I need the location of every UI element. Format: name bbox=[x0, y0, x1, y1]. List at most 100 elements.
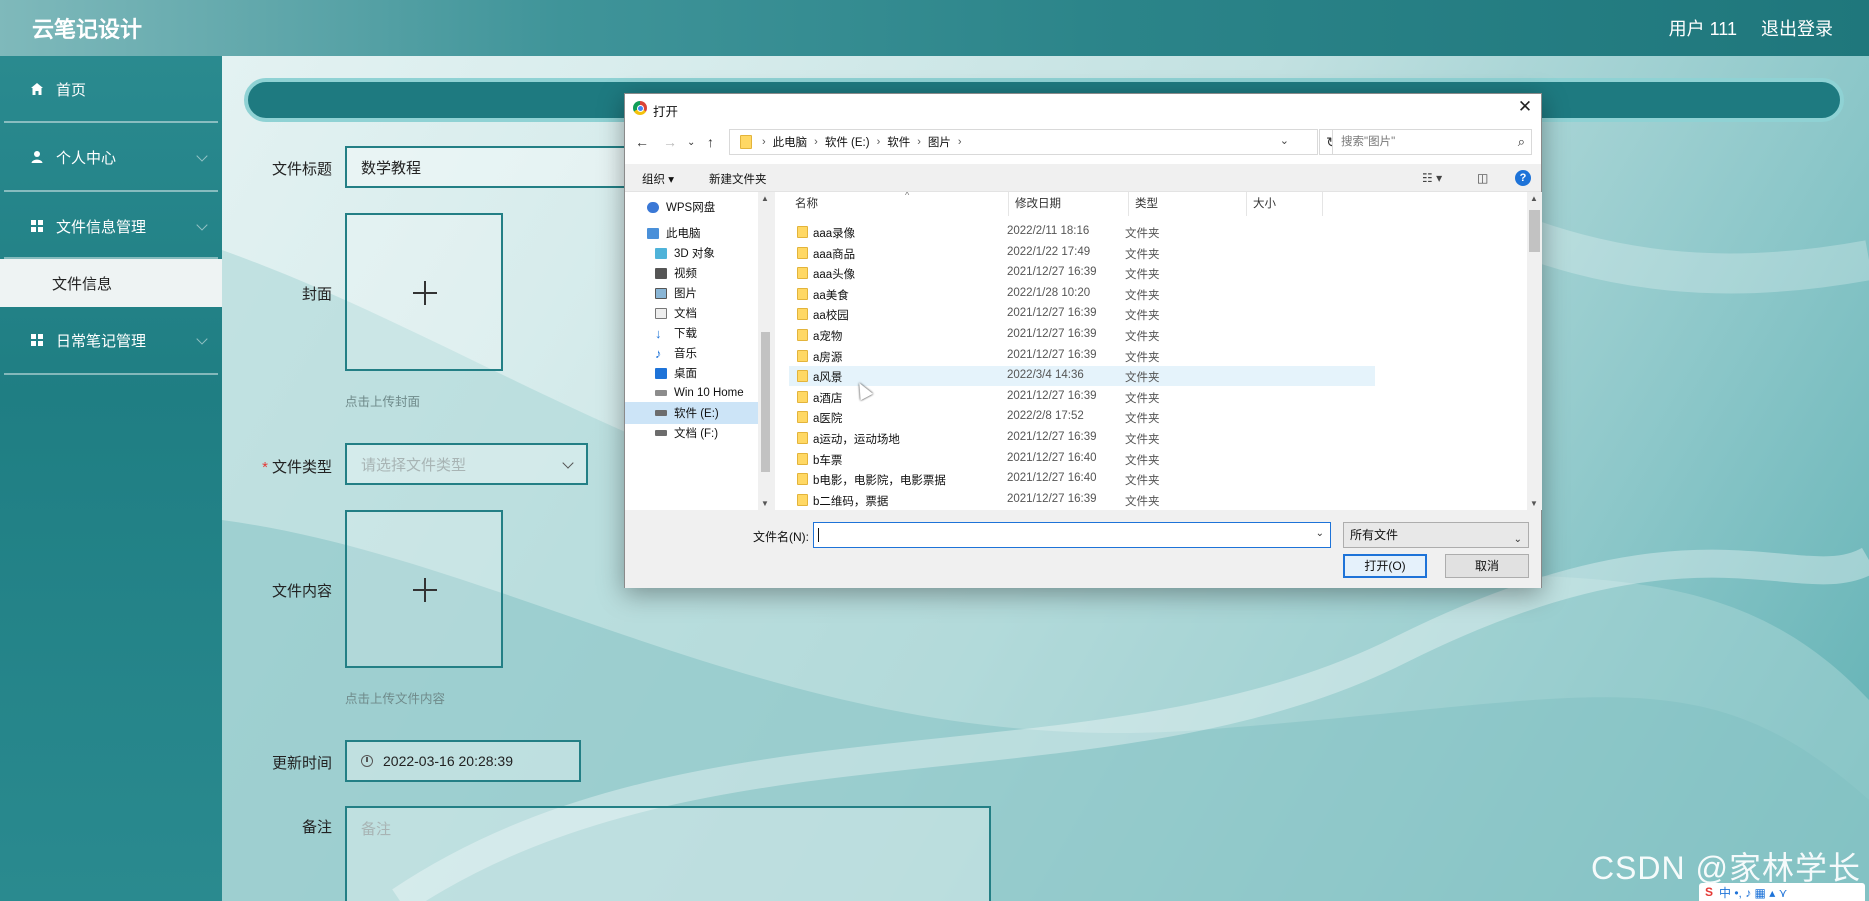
nav-item-label: 图片 bbox=[674, 288, 697, 300]
scroll-up-icon[interactable]: ▲ bbox=[761, 194, 769, 203]
up-arrow-icon[interactable]: ↑ bbox=[707, 134, 714, 150]
type-label-text: 文件类型 bbox=[271, 459, 332, 476]
breadcrumb-item[interactable]: 软件 bbox=[887, 134, 910, 150]
nav-item-3d-objects[interactable]: 3D 对象 bbox=[625, 242, 758, 264]
sidebar-item-label: 个人中心 bbox=[56, 149, 117, 167]
file-row[interactable]: aa校园 2021/12/27 16:39 文件夹 bbox=[789, 304, 1375, 324]
remark-textarea[interactable]: 备注 bbox=[345, 806, 991, 901]
nav-item-win10-home[interactable]: Win 10 Home bbox=[625, 382, 758, 404]
nav-item-downloads[interactable]: ↓ 下载 bbox=[625, 322, 758, 344]
cancel-button[interactable]: 取消 bbox=[1445, 554, 1529, 578]
sidebar-item-daily-notes[interactable]: 日常笔记管理 bbox=[0, 311, 222, 369]
folder-icon bbox=[797, 287, 808, 300]
column-header-name[interactable]: 名称 ^ bbox=[789, 192, 1009, 216]
folder-icon bbox=[797, 267, 808, 280]
recent-locations-icon[interactable]: ⌄ bbox=[687, 137, 695, 148]
filetype-select[interactable]: 所有文件 ⌄ bbox=[1343, 522, 1529, 548]
file-row[interactable]: a宠物 2021/12/27 16:39 文件夹 bbox=[789, 325, 1375, 345]
file-row[interactable]: aa美食 2022/1/28 10:20 文件夹 bbox=[789, 284, 1375, 304]
file-type: 文件夹 bbox=[1125, 392, 1160, 405]
nav-item-drive-f[interactable]: 文档 (F:) bbox=[625, 422, 758, 444]
view-options-icon[interactable]: ☷ ▾ bbox=[1422, 171, 1442, 185]
user-name: 用户 111 bbox=[1668, 19, 1737, 39]
home-icon bbox=[30, 82, 44, 96]
plus-icon-bar bbox=[424, 281, 426, 305]
nav-item-documents[interactable]: 文档 bbox=[625, 302, 758, 324]
file-name: aa美食 bbox=[813, 289, 849, 302]
file-row[interactable]: a风景 2022/3/4 14:36 文件夹 bbox=[789, 366, 1375, 387]
chevron-down-icon[interactable]: ⌄ bbox=[1316, 528, 1324, 539]
file-row[interactable]: b电影，电影院，电影票据 2021/12/27 16:40 文件夹 bbox=[789, 469, 1375, 489]
grid-icon bbox=[30, 219, 44, 233]
content-upload[interactable] bbox=[345, 510, 503, 668]
time-picker[interactable]: 2022-03-16 20:28:39 bbox=[345, 740, 581, 782]
column-header-size[interactable]: 大小 bbox=[1247, 192, 1323, 216]
dialog-footer: 文件名(N): ⌄ 所有文件 ⌄ 打开(O) 取消 bbox=[625, 510, 1541, 588]
new-folder-button[interactable]: 新建文件夹 bbox=[709, 171, 767, 187]
preview-pane-icon[interactable]: ◫ bbox=[1477, 171, 1488, 185]
nav-item-videos[interactable]: 视频 bbox=[625, 262, 758, 284]
close-icon[interactable]: ✕ bbox=[1515, 97, 1535, 117]
file-row[interactable]: a运动，运动场地 2021/12/27 16:39 文件夹 bbox=[789, 428, 1375, 448]
file-row[interactable]: a房源 2021/12/27 16:39 文件夹 bbox=[789, 346, 1375, 366]
file-list-scrollbar[interactable]: ▲ ▼ bbox=[1527, 192, 1542, 510]
file-type: 文件夹 bbox=[1125, 228, 1160, 240]
breadcrumb-item[interactable]: 软件 (E:) bbox=[825, 134, 870, 150]
nav-item-this-pc[interactable]: 此电脑 bbox=[625, 222, 758, 244]
chevron-down-icon bbox=[196, 150, 208, 162]
address-bar[interactable]: › 此电脑 › 软件 (E:) › 软件 › 图片 › ⌄ bbox=[729, 129, 1318, 155]
file-row[interactable]: aaa录像 2022/2/11 18:16 文件夹 bbox=[789, 222, 1375, 242]
nav-item-pictures[interactable]: 图片 bbox=[625, 282, 758, 304]
scroll-down-icon[interactable]: ▼ bbox=[1530, 499, 1538, 508]
column-header-date[interactable]: 修改日期 bbox=[1009, 192, 1129, 216]
file-name: aaa录像 bbox=[813, 228, 856, 240]
nav-pane-scrollbar[interactable]: ▲ ▼ bbox=[758, 192, 773, 510]
file-type: 文件夹 bbox=[1125, 495, 1160, 508]
folder-icon bbox=[797, 246, 808, 259]
scrollbar-thumb[interactable] bbox=[761, 332, 770, 472]
organize-button[interactable]: 组织 ▾ bbox=[642, 171, 674, 187]
nav-item-music[interactable]: ♪ 音乐 bbox=[625, 342, 758, 364]
breadcrumb-sep: › bbox=[814, 136, 818, 148]
scrollbar-thumb[interactable] bbox=[1529, 210, 1540, 252]
sidebar-subitem-file-info[interactable]: 文件信息 bbox=[0, 259, 222, 307]
dialog-titlebar: 打开 ✕ bbox=[625, 94, 1541, 122]
file-row[interactable]: b车票 2021/12/27 16:40 文件夹 bbox=[789, 449, 1375, 469]
sidebar-item-file-management[interactable]: 文件信息管理 bbox=[0, 197, 222, 255]
logout-link[interactable]: 退出登录 bbox=[1761, 15, 1833, 41]
sidebar-item-home[interactable]: 首页 bbox=[0, 60, 222, 118]
title-input[interactable]: 数学教程 bbox=[345, 146, 645, 188]
nav-item-label: 软件 (E:) bbox=[674, 408, 719, 420]
sidebar-item-personal-center[interactable]: 个人中心 bbox=[0, 128, 222, 186]
file-row[interactable]: aaa头像 2021/12/27 16:39 文件夹 bbox=[789, 263, 1375, 283]
type-select[interactable]: 请选择文件类型 bbox=[345, 443, 588, 485]
file-row[interactable]: b二维码，票据 2021/12/27 16:39 文件夹 bbox=[789, 490, 1375, 510]
forward-arrow-icon[interactable]: → bbox=[663, 134, 677, 150]
chevron-down-icon[interactable]: ⌄ bbox=[1280, 134, 1289, 147]
nav-item-label: WPS网盘 bbox=[666, 202, 716, 214]
file-row[interactable]: aaa商品 2022/1/22 17:49 文件夹 bbox=[789, 243, 1375, 263]
filename-input[interactable]: ⌄ bbox=[813, 522, 1331, 548]
open-button[interactable]: 打开(O) bbox=[1343, 554, 1427, 578]
back-arrow-icon[interactable]: ← bbox=[635, 134, 649, 150]
file-name: a宠物 bbox=[813, 331, 843, 343]
clock-icon bbox=[361, 755, 373, 767]
filename-label: 文件名(N): bbox=[753, 530, 809, 544]
scroll-up-icon[interactable]: ▲ bbox=[1530, 194, 1538, 203]
file-type: 文件夹 bbox=[1125, 434, 1160, 446]
scroll-down-icon[interactable]: ▼ bbox=[761, 499, 769, 508]
search-input[interactable]: 搜索"图片" ⌕ bbox=[1332, 129, 1532, 155]
breadcrumb-item[interactable]: 此电脑 bbox=[773, 134, 808, 150]
column-header-type[interactable]: 类型 bbox=[1129, 192, 1247, 216]
breadcrumb-item[interactable]: 图片 bbox=[928, 134, 951, 150]
cover-upload[interactable] bbox=[345, 213, 503, 371]
nav-item-wps-cloud[interactable]: WPS网盘 bbox=[625, 196, 758, 218]
file-row[interactable]: a医院 2022/2/8 17:52 文件夹 bbox=[789, 407, 1375, 427]
music-icon: ♪ bbox=[655, 345, 662, 361]
nav-item-desktop[interactable]: 桌面 bbox=[625, 362, 758, 384]
help-icon[interactable]: ? bbox=[1515, 170, 1531, 186]
file-row[interactable]: a酒店 2021/12/27 16:39 文件夹 bbox=[789, 387, 1375, 407]
nav-item-drive-e[interactable]: 软件 (E:) bbox=[625, 402, 758, 424]
sidebar-item-label: 日常笔记管理 bbox=[56, 332, 147, 350]
ime-toolbar[interactable]: S 中 •, ♪ ▦ ▴ ⋎ bbox=[1699, 883, 1865, 901]
